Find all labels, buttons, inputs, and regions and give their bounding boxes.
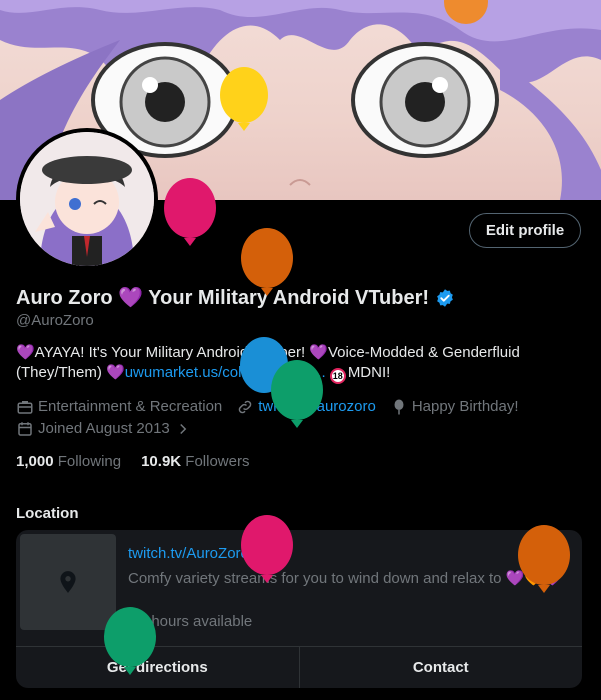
map-thumbnail[interactable]	[20, 534, 116, 630]
location-title: Location	[16, 505, 79, 522]
following-count: 1,000	[16, 453, 54, 470]
followers-count: 10.9K	[141, 453, 182, 470]
followers-label: Followers	[185, 453, 250, 470]
location-hours: No hours available	[128, 613, 253, 630]
avatar-image	[20, 132, 154, 266]
category-item: Entertainment & Recreation	[16, 396, 222, 418]
following-label: Following	[57, 453, 122, 470]
handle: @AuroZoro	[16, 312, 94, 329]
name-row: Auro Zoro 💜 Your Military Android VTuber…	[16, 285, 455, 310]
balloon-icon	[394, 399, 404, 415]
birthday-label: Happy Birthday!	[411, 398, 519, 415]
link-icon	[239, 400, 252, 414]
profile-meta: Entertainment & Recreation twitch.tv/aur…	[16, 396, 586, 440]
bio: 💜AYAYA! It's Your Military Android VTube…	[16, 343, 576, 384]
follow-stats: 1,000 Following 10.9K Followers	[16, 453, 249, 470]
bio-link[interactable]: uwumarket.us/collections/au...	[125, 364, 326, 381]
verified-badge-icon[interactable]	[435, 288, 455, 308]
age-18-icon: 18	[329, 368, 346, 384]
joined-item: Joined August 2013	[16, 418, 192, 440]
avatar[interactable]	[16, 128, 158, 270]
map-pin-icon	[60, 571, 76, 593]
location-card: twitch.tv/AuroZoro Comfy variety streams…	[16, 530, 582, 688]
contact-button[interactable]: Contact	[298, 647, 583, 688]
get-directions-button[interactable]: Get directions	[16, 647, 299, 688]
website-link[interactable]: twitch.tv/aurozoro	[258, 396, 376, 418]
edit-profile-button[interactable]: Edit profile	[469, 213, 581, 248]
location-link[interactable]: twitch.tv/AuroZoro	[128, 545, 249, 562]
calendar-icon	[18, 422, 32, 436]
location-actions: Get directions Contact	[16, 646, 582, 688]
location-description: Comfy variety streams for you to wind do…	[128, 570, 562, 587]
followers-link[interactable]: 10.9K Followers	[141, 453, 249, 470]
bio-text-end: MDNI!	[347, 364, 391, 381]
website-item[interactable]: twitch.tv/aurozoro	[236, 396, 376, 418]
joined-label: Joined August 2013	[38, 420, 170, 437]
category-label: Entertainment & Recreation	[38, 398, 223, 415]
birthday-item: Happy Birthday!	[390, 396, 519, 418]
following-link[interactable]: 1,000 Following	[16, 453, 121, 470]
briefcase-icon	[17, 401, 33, 414]
display-name: Auro Zoro 💜 Your Military Android VTuber…	[16, 287, 430, 309]
chevron-right-icon[interactable]	[174, 420, 192, 438]
